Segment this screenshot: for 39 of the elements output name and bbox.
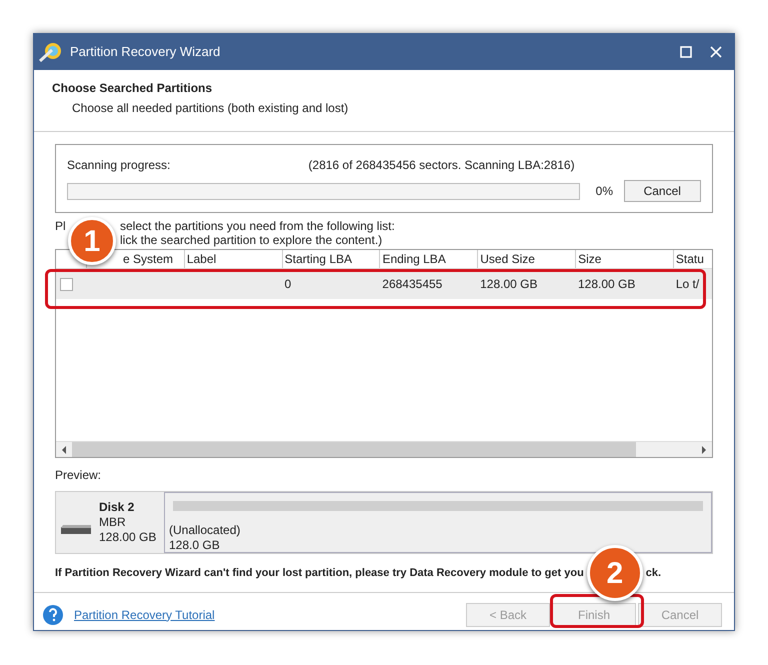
table-row[interactable]: 0 268435455 128.00 GB 128.00 GB Lo t/ — [56, 269, 712, 299]
disk-type: MBR — [99, 515, 127, 530]
column-header[interactable]: Starting LBA — [284, 250, 352, 268]
column-header[interactable]: e System — [123, 250, 174, 268]
partition-label: (Unallocated) — [169, 523, 242, 538]
help-icon[interactable] — [42, 604, 64, 626]
window-title: Partition Recovery Wizard — [70, 43, 220, 62]
progress-percent: 0% — [596, 183, 614, 200]
page-subtitle: Choose all needed partitions (both existing and lost) — [71, 100, 350, 117]
table-cell-text: 128.00 GB — [479, 276, 538, 293]
column-header[interactable]: Label — [186, 250, 216, 268]
instruction-text: lick the searched partition to explore the content.) — [120, 233, 382, 247]
preview-label: Preview: — [55, 467, 102, 484]
scan-label: Scanning progress: — [67, 157, 170, 174]
table-cell-text: 0 — [283, 276, 292, 293]
disk-size: 128.00 GB — [99, 530, 156, 545]
maximize-icon[interactable] — [680, 46, 692, 58]
row-checkbox[interactable] — [60, 278, 73, 290]
instruction-text: Pl — [55, 219, 67, 233]
horizontal-scrollbar[interactable] — [56, 441, 712, 457]
column-header[interactable]: Statu — [676, 250, 704, 268]
instruction-text: select the partitions you need from the following list: — [120, 219, 395, 233]
close-icon[interactable] — [710, 46, 722, 58]
partition-block[interactable]: (Unallocated) 128.0 GB — [164, 492, 712, 553]
partition-size: 128.0 GB — [169, 538, 221, 553]
tutorial-link[interactable]: Partition Recovery Tutorial — [74, 606, 215, 624]
notice-text: ck. — [646, 566, 662, 581]
column-header[interactable]: Ending LBA — [382, 250, 446, 268]
cancel-scan-button[interactable]: Cancel — [624, 180, 701, 202]
column-header[interactable]: Size — [578, 250, 602, 268]
hard-drive-icon — [59, 524, 93, 536]
scan-detail: (2816 of 268435456 sectors. Scanning LBA:2816) — [308, 157, 575, 174]
notice-text: If Partition Recovery Wizard can't find your lost partition, please try Data Recovery module to get you — [55, 566, 584, 581]
column-header[interactable]: Used Size — [480, 250, 535, 268]
table-cell-text: 128.00 GB — [576, 276, 636, 293]
table-cell-text: Lo t/ — [674, 276, 700, 293]
table-cell-text: 268435455 — [381, 276, 444, 293]
page-title: Choose Searched Partitions — [52, 80, 214, 97]
disk-name: Disk 2 — [99, 500, 136, 515]
